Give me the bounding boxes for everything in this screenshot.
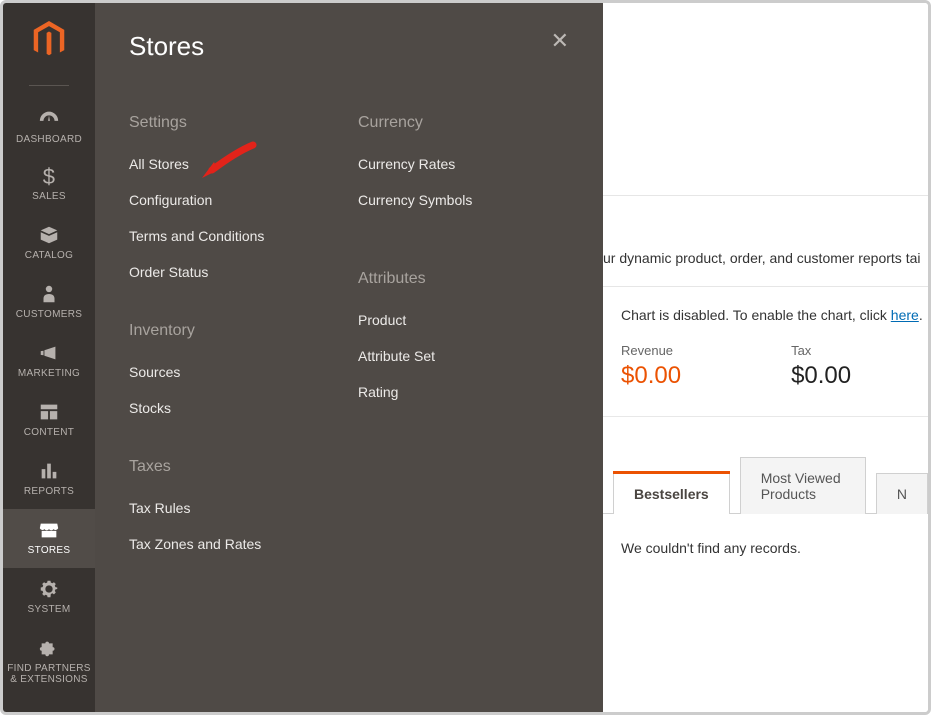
flyout-column-1: Settings All Stores Configuration Terms … <box>129 114 340 594</box>
flyout-group-title: Attributes <box>358 270 569 288</box>
nav-separator <box>29 85 69 86</box>
flyout-group-title: Taxes <box>129 458 340 476</box>
tab-most-viewed-products[interactable]: Most Viewed Products <box>740 457 866 514</box>
flyout-link-tax-rules[interactable]: Tax Rules <box>129 500 340 516</box>
tab-bestsellers[interactable]: Bestsellers <box>613 473 730 514</box>
sidebar-item-label: MARKETING <box>18 368 80 379</box>
flyout-group-inventory: Inventory Sources Stocks <box>129 322 340 416</box>
flyout-link-tax-zones-and-rates[interactable]: Tax Zones and Rates <box>129 536 340 552</box>
flyout-link-stocks[interactable]: Stocks <box>129 400 340 416</box>
sidebar-item-stores[interactable]: STORES <box>3 509 95 568</box>
flyout-header: Stores ✕ <box>129 31 569 62</box>
bar-chart-icon <box>38 460 60 482</box>
sidebar-item-label: CUSTOMERS <box>16 309 82 320</box>
layout-icon <box>38 401 60 423</box>
dollar-icon: $ <box>43 167 56 187</box>
sidebar-item-label: SYSTEM <box>28 604 71 615</box>
sidebar-item-dashboard[interactable]: DASHBOARD <box>3 98 95 157</box>
flyout-link-terms-and-conditions[interactable]: Terms and Conditions <box>129 228 340 244</box>
main-content: ur dynamic product, order, and customer … <box>603 3 928 712</box>
flyout-link-sources[interactable]: Sources <box>129 364 340 380</box>
flyout-link-currency-rates[interactable]: Currency Rates <box>358 156 569 172</box>
tab-new-products[interactable]: N <box>876 473 928 514</box>
sidebar-item-reports[interactable]: REPORTS <box>3 450 95 509</box>
megaphone-icon <box>38 342 60 364</box>
magento-logo-icon <box>32 21 66 59</box>
bi-notice-text: ur dynamic product, order, and customer … <box>603 196 928 286</box>
sidebar-item-system[interactable]: SYSTEM <box>3 568 95 627</box>
flyout-group-title: Inventory <box>129 322 340 340</box>
sidebar-item-content[interactable]: CONTENT <box>3 391 95 450</box>
flyout-title: Stores <box>129 31 204 62</box>
sidebar-item-marketing[interactable]: MARKETING <box>3 332 95 391</box>
flyout-link-configuration[interactable]: Configuration <box>129 192 340 208</box>
chart-disabled-note: Chart is disabled. To enable the chart, … <box>603 287 928 331</box>
stat-label: Revenue <box>621 343 681 358</box>
stores-flyout-panel: Stores ✕ Settings All Stores Configurati… <box>95 3 603 712</box>
sidebar-item-label: CONTENT <box>24 427 74 438</box>
chart-enable-link[interactable]: here <box>891 307 919 323</box>
sidebar-item-sales[interactable]: $ SALES <box>3 157 95 214</box>
flyout-group-title: Settings <box>129 114 340 132</box>
sidebar-item-label: CATALOG <box>25 250 73 261</box>
stat-value: $0.00 <box>621 362 681 390</box>
stat-label: Tax <box>791 343 851 358</box>
sidebar-item-partners[interactable]: FIND PARTNERS & EXTENSIONS <box>3 627 95 697</box>
stat-tax: Tax $0.00 <box>791 343 851 390</box>
flyout-group-title: Currency <box>358 114 569 132</box>
sidebar-item-label: STORES <box>28 545 71 556</box>
sidebar-item-customers[interactable]: CUSTOMERS <box>3 273 95 332</box>
chart-note-text: Chart is disabled. To enable the chart, … <box>621 307 891 323</box>
flyout-group-taxes: Taxes Tax Rules Tax Zones and Rates <box>129 458 340 552</box>
sidebar-item-catalog[interactable]: CATALOG <box>3 214 95 273</box>
gear-icon <box>38 578 60 600</box>
stat-revenue: Revenue $0.00 <box>621 343 681 390</box>
puzzle-icon <box>38 637 60 659</box>
flyout-link-product[interactable]: Product <box>358 312 569 328</box>
tabs-row: Bestsellers Most Viewed Products N <box>603 417 928 514</box>
admin-sidebar: DASHBOARD $ SALES CATALOG CUSTOMERS MARK… <box>3 3 95 712</box>
flyout-column-2: Currency Currency Rates Currency Symbols… <box>358 114 569 594</box>
sidebar-item-label: FIND PARTNERS & EXTENSIONS <box>5 663 93 685</box>
sidebar-item-label: REPORTS <box>24 486 74 497</box>
sidebar-item-label: DASHBOARD <box>16 134 82 145</box>
storefront-icon <box>38 519 60 541</box>
flyout-link-order-status[interactable]: Order Status <box>129 264 340 280</box>
close-icon[interactable]: ✕ <box>551 31 569 51</box>
gauge-icon <box>38 108 60 130</box>
no-records-message: We couldn't find any records. <box>603 514 928 556</box>
flyout-link-rating[interactable]: Rating <box>358 384 569 400</box>
flyout-link-all-stores[interactable]: All Stores <box>129 156 340 172</box>
flyout-group-attributes: Attributes Product Attribute Set Rating <box>358 270 569 400</box>
flyout-link-attribute-set[interactable]: Attribute Set <box>358 348 569 364</box>
flyout-link-currency-symbols[interactable]: Currency Symbols <box>358 192 569 208</box>
sidebar-item-label: SALES <box>32 191 66 202</box>
stat-value: $0.00 <box>791 362 851 390</box>
stats-row: Revenue $0.00 Tax $0.00 <box>603 331 928 417</box>
flyout-group-settings: Settings All Stores Configuration Terms … <box>129 114 340 280</box>
box-icon <box>38 224 60 246</box>
app-frame: DASHBOARD $ SALES CATALOG CUSTOMERS MARK… <box>0 0 931 715</box>
flyout-group-currency: Currency Currency Rates Currency Symbols <box>358 114 569 208</box>
person-icon <box>38 283 60 305</box>
